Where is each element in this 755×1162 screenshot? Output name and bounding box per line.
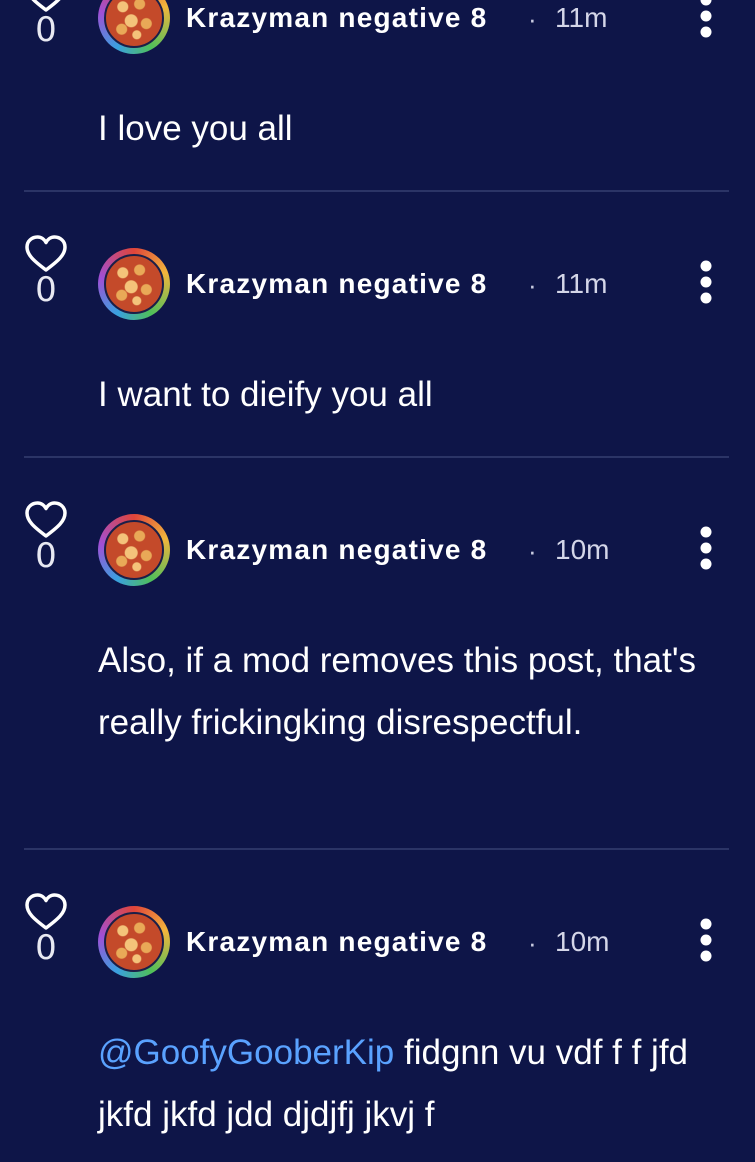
avatar[interactable]: [98, 906, 170, 978]
like-count: 0: [35, 928, 57, 968]
more-options-icon[interactable]: [694, 260, 718, 308]
comment-item: 0 Krazyman negative 8 · 11m I want to di…: [0, 230, 755, 456]
author-name[interactable]: Krazyman negative 8: [186, 2, 487, 34]
comment-text: Also, if a mod removes this post, that's…: [98, 641, 697, 742]
divider: [24, 190, 729, 192]
more-options-icon[interactable]: [694, 526, 718, 574]
separator-dot: ·: [528, 928, 537, 958]
like-count: 0: [35, 270, 57, 310]
comment-text: I love you all: [98, 109, 293, 148]
like-control[interactable]: 0: [24, 500, 68, 576]
like-count: 0: [35, 536, 57, 576]
author-name[interactable]: Krazyman negative 8: [186, 268, 487, 300]
comment-item: 0 Krazyman negative 8 · 11m I love you a…: [0, 0, 755, 192]
author-name[interactable]: Krazyman negative 8: [186, 534, 487, 566]
heart-icon[interactable]: [24, 892, 68, 932]
comment-text: I want to dieify you all: [98, 375, 433, 414]
timestamp: 11m: [555, 268, 608, 299]
like-control[interactable]: 0: [24, 892, 68, 968]
timestamp: 10m: [555, 534, 610, 565]
comment-item: 0 Krazyman negative 8 · 10m @GoofyGoober…: [0, 888, 755, 1162]
separator-dot: ·: [528, 536, 537, 566]
divider: [24, 456, 729, 458]
more-options-icon[interactable]: [694, 0, 718, 42]
like-control[interactable]: 0: [24, 234, 68, 310]
timestamp: 11m: [555, 2, 608, 33]
comment-item: 0 Krazyman negative 8 · 10m Also, if a m…: [0, 496, 755, 848]
heart-icon[interactable]: [24, 500, 68, 540]
like-count: 0: [35, 10, 57, 50]
separator-dot: ·: [528, 270, 537, 300]
like-control[interactable]: 0: [24, 0, 68, 50]
more-options-icon[interactable]: [694, 918, 718, 966]
user-mention-link[interactable]: @GoofyGooberKip: [98, 1033, 394, 1072]
comment-text: @GoofyGooberKip fidgnn vu vdf f f jfd jk…: [98, 1022, 718, 1146]
timestamp: 10m: [555, 926, 610, 957]
author-name[interactable]: Krazyman negative 8: [186, 926, 487, 958]
separator-dot: ·: [528, 4, 537, 34]
heart-icon[interactable]: [24, 234, 68, 274]
avatar[interactable]: [98, 514, 170, 586]
avatar[interactable]: [98, 248, 170, 320]
divider: [24, 848, 729, 850]
avatar[interactable]: [98, 0, 170, 54]
